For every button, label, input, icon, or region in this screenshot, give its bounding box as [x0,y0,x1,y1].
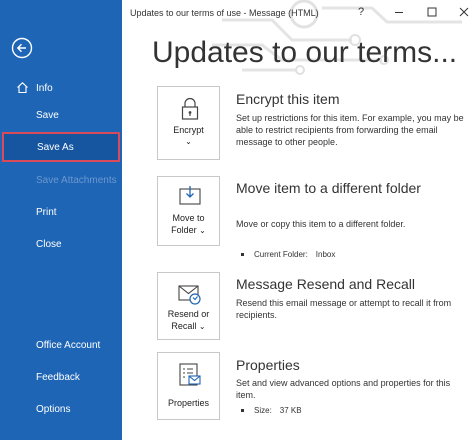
nav-save-as-label: Save As [37,141,74,153]
nav-close[interactable]: Close [0,230,122,258]
nav-save[interactable]: Save [0,101,122,129]
encrypt-desc: Set up restrictions for this item. For e… [236,113,464,147]
nav-feedback[interactable]: Feedback [0,363,122,391]
title-bar: Updates to our terms of use - Message (H… [122,0,474,32]
bullet-dot [241,409,244,413]
move-folder-icon [179,186,201,205]
move-desc: Move or copy this item to a different fo… [236,219,406,229]
backstage-sidebar: Info Save Save As Save Attachments Print… [0,0,122,440]
nav-close-label: Close [36,238,62,250]
resend-envelope-icon [178,285,201,305]
resend-label-line2: Recall [171,321,197,331]
properties-label: Properties [167,398,210,408]
resend-label-line2-wrap: Recall ⌄ [158,320,219,333]
nav-save-label: Save [36,109,59,121]
nav-save-attachments[interactable]: Save Attachments [0,166,122,194]
current-folder-label: Current Folder: [254,250,308,259]
close-icon[interactable] [457,5,471,19]
properties-button[interactable]: Properties [157,352,220,420]
encrypt-label: Encrypt [173,125,204,135]
encrypt-button[interactable]: Encrypt ⌄ [157,86,220,160]
back-arrow-icon[interactable] [11,37,33,59]
minimize-icon[interactable] [392,5,406,19]
nav-info-label: Info [36,82,53,94]
nav-office-account-label: Office Account [36,339,101,351]
resend-label-line1: Resend or [167,309,210,319]
move-label-line2: Folder [171,225,197,235]
nav-print[interactable]: Print [0,198,122,226]
move-label-line2-wrap: Folder ⌄ [158,224,219,237]
resend-title: Message Resend and Recall [236,276,415,292]
nav-save-attachments-label: Save Attachments [36,174,117,186]
lock-icon [181,97,199,120]
move-to-folder-button[interactable]: Move to Folder ⌄ [157,176,220,246]
bullet-dot [241,253,244,257]
resend-or-recall-button[interactable]: Resend or Recall ⌄ [157,272,220,340]
current-folder-value: Inbox [315,250,336,259]
resend-desc: Resend this email message or attempt to … [236,298,452,320]
current-folder-bullet: Current Folder: Inbox [241,250,335,259]
encrypt-title: Encrypt this item [236,91,340,107]
home-icon [17,82,28,94]
nav-options[interactable]: Options [0,395,122,423]
maximize-icon[interactable] [425,5,439,19]
nav-save-as[interactable]: Save As [2,132,120,162]
size-bullet: Size: 37 KB [241,406,302,415]
size-value: 37 KB [279,406,302,415]
properties-title: Properties [236,357,300,373]
properties-icon [179,363,201,386]
nav-info[interactable]: Info [0,74,122,102]
chevron-down-icon: ⌄ [199,226,206,235]
properties-desc: Set and view advanced options and proper… [236,378,451,400]
help-button[interactable]: ? [358,6,364,18]
move-label-line1: Move to [172,213,205,223]
nav-options-label: Options [36,403,71,415]
move-title: Move item to a different folder [236,180,421,196]
chevron-down-icon: ⌄ [198,322,206,331]
nav-print-label: Print [36,206,57,218]
chevron-down-icon: ⌄ [185,137,192,146]
nav-office-account[interactable]: Office Account [0,331,122,359]
window-title: Updates to our terms of use - Message (H… [130,8,319,18]
nav-feedback-label: Feedback [36,371,80,383]
size-label: Size: [254,406,272,415]
page-title: Updates to our terms... [152,36,458,69]
